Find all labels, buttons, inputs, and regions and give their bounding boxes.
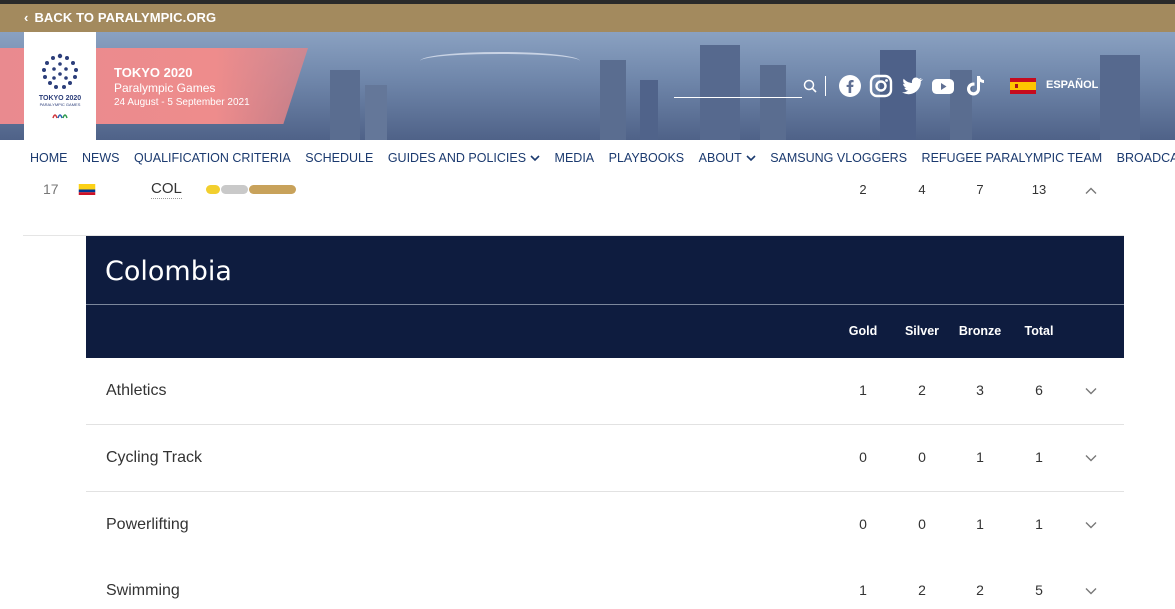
- sport-row-athletics[interactable]: Athletics 1 2 3 6: [86, 358, 1124, 425]
- youtube-icon[interactable]: [931, 74, 955, 98]
- chevron-up-icon[interactable]: [1084, 184, 1098, 198]
- nav-samsung-vloggers[interactable]: SAMSUNG VLOGGERS: [770, 151, 907, 165]
- main-nav: HOME NEWS QUALIFICATION CRITERIA SCHEDUL…: [0, 140, 1175, 176]
- nav-label: HOME: [30, 151, 68, 165]
- silver-count: 0: [918, 516, 926, 532]
- chevron-down-icon[interactable]: [1084, 584, 1098, 598]
- nav-playbooks[interactable]: PLAYBOOKS: [609, 151, 685, 165]
- language-switch[interactable]: ESPAÑOL: [1046, 79, 1098, 91]
- nav-label: SAMSUNG VLOGGERS: [770, 151, 908, 165]
- nav-label: REFUGEE PARALYMPIC TEAM: [921, 151, 1103, 165]
- search-input[interactable]: [674, 97, 802, 98]
- bronze-share-pill: [249, 185, 296, 194]
- silver-share-pill: [221, 185, 248, 194]
- nav-label: GUIDES AND POLICIES: [387, 151, 527, 165]
- bronze-count: 2: [976, 582, 984, 598]
- hero-banner: TOKYO 2020 PARALYMPIC GAMES TOKYO 2020 P…: [0, 32, 1175, 140]
- nav-about[interactable]: ABOUT: [699, 151, 756, 165]
- silver-count: 2: [918, 582, 926, 598]
- tokyo-2020-logo[interactable]: TOKYO 2020 PARALYMPIC GAMES: [24, 32, 96, 140]
- total-count: 5: [1035, 582, 1043, 598]
- sport-name: Cycling Track: [106, 449, 203, 466]
- nav-label: ABOUT: [698, 151, 742, 165]
- bronze-count: 1: [976, 516, 984, 532]
- silver-count: 4: [918, 182, 926, 197]
- logo-text: TOKYO 2020: [38, 95, 82, 102]
- header-divider: [825, 76, 826, 96]
- nav-label: QUALIFICATION CRITERIA: [134, 151, 291, 165]
- chevron-left-icon: ‹: [24, 10, 29, 25]
- nav-media[interactable]: MEDIA: [555, 151, 595, 165]
- medal-share-bar: [206, 185, 296, 194]
- spain-flag-icon[interactable]: [1010, 78, 1036, 94]
- nav-home[interactable]: HOME: [30, 151, 68, 165]
- event-dates: 24 August - 5 September 2021: [114, 97, 250, 108]
- total-column-header: Total: [1024, 324, 1054, 338]
- emblem-icon: [42, 53, 78, 89]
- total-count: 1: [1035, 449, 1043, 465]
- chevron-down-icon: [530, 155, 540, 162]
- chevron-down-icon[interactable]: [1084, 451, 1098, 465]
- gold-count: 1: [859, 382, 867, 398]
- tiktok-icon[interactable]: [963, 74, 987, 98]
- back-to-paralympic-link[interactable]: ‹ BACK TO PARALYMPIC.ORG: [24, 10, 216, 25]
- medal-table-row-col[interactable]: 17 COL 2 4 7 13: [23, 176, 1124, 236]
- nav-label: SCHEDULE: [305, 151, 374, 165]
- colombia-flag-icon: [78, 184, 96, 195]
- country-name: Colombia: [105, 256, 232, 287]
- sport-name: Athletics: [106, 382, 167, 399]
- bronze-count: 7: [976, 182, 984, 197]
- sport-name: Swimming: [106, 582, 180, 599]
- logo-subtext: PARALYMPIC GAMES: [39, 102, 81, 107]
- silver-count: 2: [918, 382, 926, 398]
- rank: 17: [43, 181, 59, 197]
- search-icon[interactable]: [802, 78, 818, 94]
- nav-label: NEWS: [82, 151, 120, 165]
- country-code[interactable]: COL: [151, 180, 182, 199]
- nav-refugee-paralympic-team[interactable]: REFUGEE PARALYMPIC TEAM: [922, 151, 1103, 165]
- nav-label: PLAYBOOKS: [608, 151, 685, 165]
- event-subtitle: Paralympic Games: [114, 81, 216, 95]
- silver-column-header: Silver: [904, 324, 940, 338]
- nav-guides-and-policies[interactable]: GUIDES AND POLICIES: [388, 151, 540, 165]
- gold-count: 1: [859, 582, 867, 598]
- sport-row-cycling-track[interactable]: Cycling Track 0 0 1 1: [86, 425, 1124, 492]
- bronze-count: 1: [976, 449, 984, 465]
- gold-count: 0: [859, 516, 867, 532]
- instagram-icon[interactable]: [869, 74, 893, 98]
- country-detail-header: Colombia Gold Silver Bronze Total: [86, 236, 1124, 358]
- facebook-icon[interactable]: [838, 74, 862, 98]
- nav-schedule[interactable]: SCHEDULE: [305, 151, 373, 165]
- sport-row-swimming[interactable]: Swimming 1 2 2 5: [86, 558, 1124, 609]
- nav-label: BROADCAST: [1116, 151, 1175, 165]
- bronze-column-header: Bronze: [958, 324, 1002, 338]
- top-bar: ‹ BACK TO PARALYMPIC.ORG: [0, 0, 1175, 32]
- chevron-down-icon[interactable]: [1084, 384, 1098, 398]
- event-title: TOKYO 2020: [114, 65, 193, 80]
- silver-count: 0: [918, 449, 926, 465]
- agitos-icon: [52, 114, 68, 119]
- sport-name: Powerlifting: [106, 516, 189, 533]
- bronze-count: 3: [976, 382, 984, 398]
- total-count: 1: [1035, 516, 1043, 532]
- chevron-down-icon: [746, 155, 756, 162]
- chevron-down-icon[interactable]: [1084, 518, 1098, 532]
- gold-share-pill: [206, 185, 220, 194]
- nav-broadcast[interactable]: BROADCAST: [1117, 151, 1175, 165]
- twitter-icon[interactable]: [900, 74, 924, 98]
- nav-qualification-criteria[interactable]: QUALIFICATION CRITERIA: [134, 151, 291, 165]
- gold-column-header: Gold: [848, 324, 878, 338]
- gold-count: 0: [859, 449, 867, 465]
- gold-count: 2: [859, 182, 867, 197]
- total-count: 6: [1035, 382, 1043, 398]
- panel-divider: [86, 304, 1124, 305]
- sport-row-powerlifting[interactable]: Powerlifting 0 0 1 1: [86, 492, 1124, 559]
- back-link-label: BACK TO PARALYMPIC.ORG: [34, 10, 217, 25]
- total-count: 13: [1031, 182, 1047, 197]
- event-title-block: TOKYO 2020 Paralympic Games 24 August - …: [114, 65, 250, 108]
- nav-label: MEDIA: [554, 151, 595, 165]
- nav-news[interactable]: NEWS: [82, 151, 120, 165]
